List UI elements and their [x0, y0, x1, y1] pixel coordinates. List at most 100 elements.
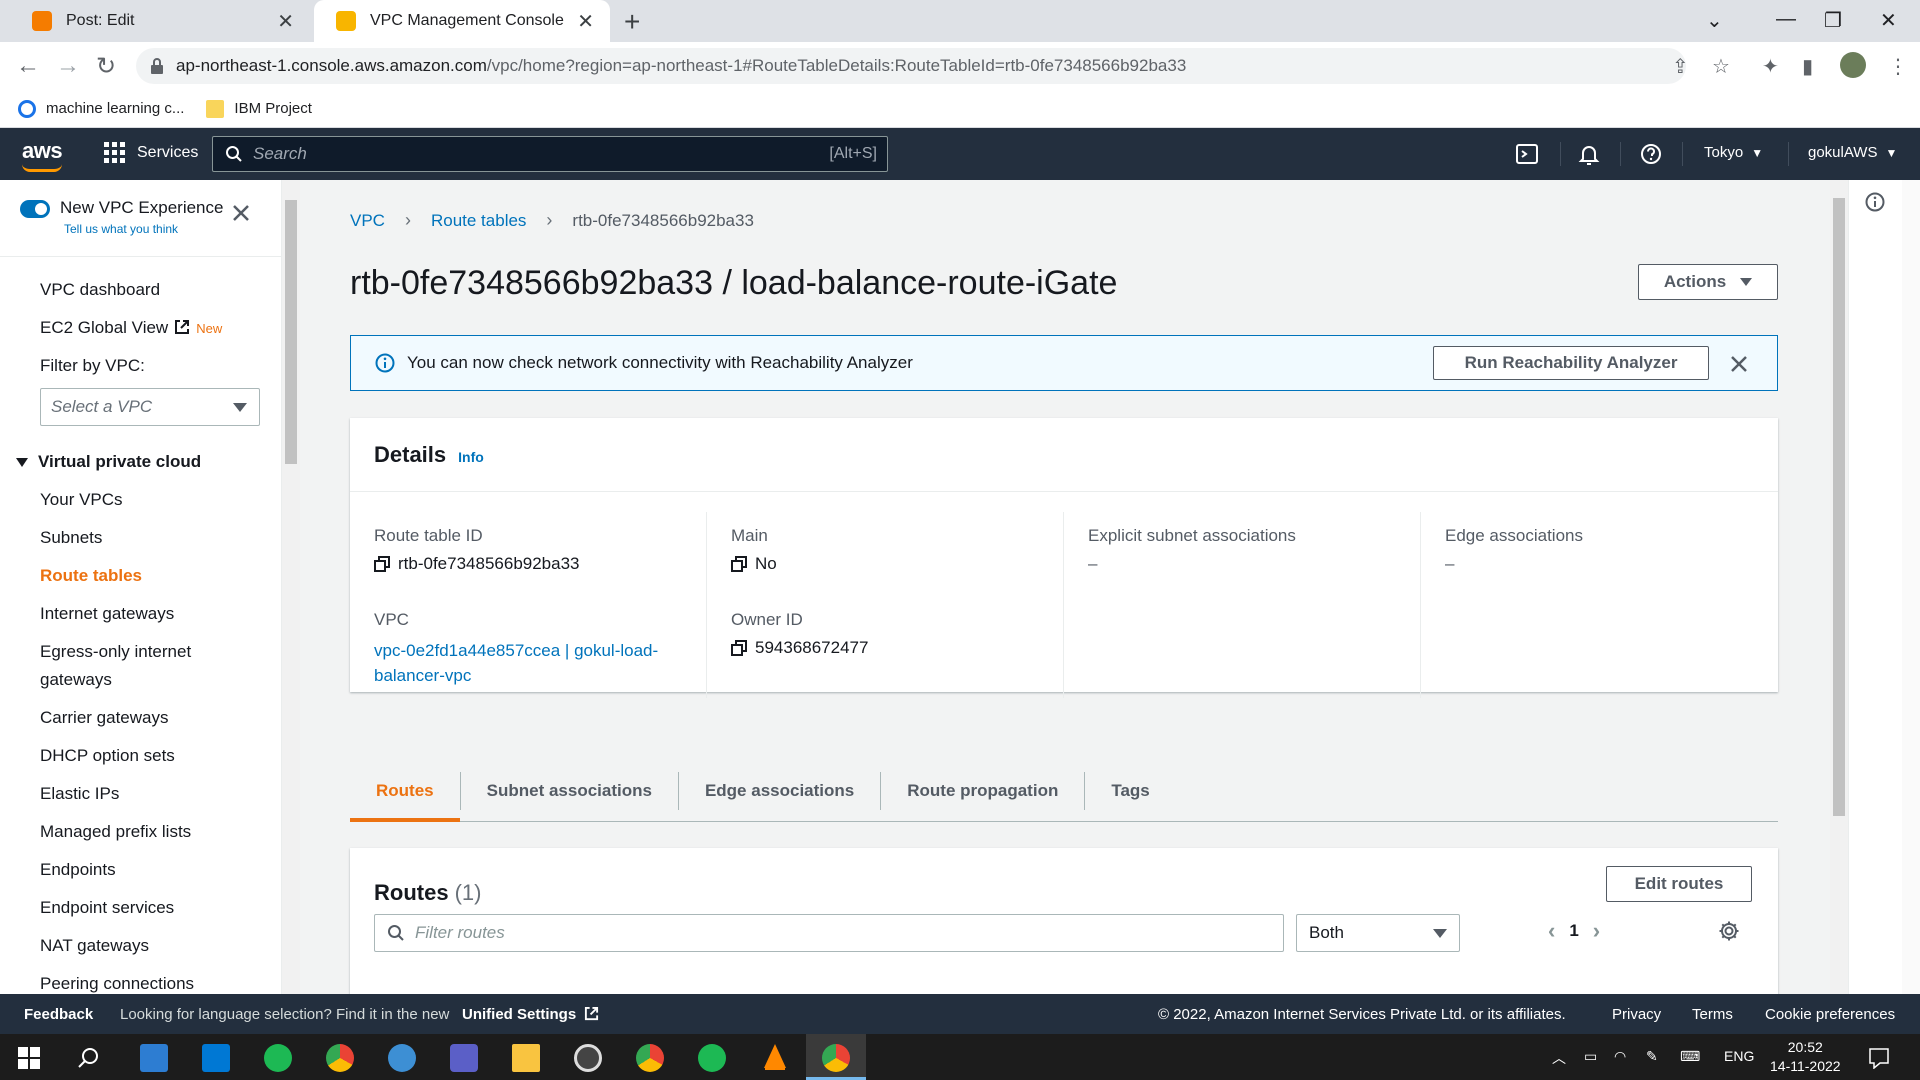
chevron-left-icon[interactable]: ‹ [1534, 918, 1569, 944]
browser-tab-vpc-console[interactable]: VPC Management Console ✕ [314, 0, 610, 42]
sidepanel-icon[interactable]: ▮ [1802, 54, 1813, 79]
teams-icon[interactable] [450, 1044, 478, 1072]
url-field[interactable]: ap-northeast-1.console.aws.amazon.com/vp… [136, 48, 1686, 84]
sidebar-item-endpoint-services[interactable]: Endpoint services [40, 898, 174, 918]
file-explorer-icon[interactable] [512, 1044, 540, 1072]
chrome-icon[interactable] [822, 1044, 850, 1072]
restore-icon[interactable]: ❐ [1824, 8, 1842, 33]
main-scrollbar[interactable] [1830, 180, 1848, 994]
pen-icon[interactable]: ✎ [1646, 1048, 1658, 1065]
help-icon[interactable] [1640, 143, 1662, 165]
copy-icon[interactable] [731, 556, 747, 572]
reload-icon[interactable]: ↻ [96, 52, 116, 81]
close-sidebar-icon[interactable] [232, 204, 250, 222]
region-selector[interactable]: Tokyo ▼ [1704, 144, 1763, 161]
media-player-icon[interactable] [574, 1044, 602, 1072]
info-link[interactable]: Info [458, 449, 484, 465]
qbittorrent-icon[interactable] [388, 1044, 416, 1072]
filter-routes-input[interactable]: Filter routes [374, 914, 1284, 952]
bell-icon[interactable] [1578, 143, 1600, 165]
tab-route-propagation[interactable]: Route propagation [881, 771, 1086, 810]
scrollbar-thumb[interactable] [1833, 198, 1845, 816]
run-reachability-analyzer-button[interactable]: Run Reachability Analyzer [1433, 346, 1709, 380]
account-menu[interactable]: gokulAWS ▼ [1808, 144, 1897, 161]
browser-tab-post-edit[interactable]: Post: Edit ✕ [10, 0, 310, 42]
sidebar-item-egress-only-gateways[interactable]: Egress-only internet [40, 642, 191, 662]
windows-start-icon[interactable] [18, 1047, 40, 1069]
feedback-link[interactable]: Feedback [24, 1006, 93, 1023]
sidebar-item-egress-only-gateways-line2[interactable]: gateways [40, 670, 112, 690]
scrollbar-thumb[interactable] [285, 200, 297, 464]
sidebar-item-elastic-ips[interactable]: Elastic IPs [40, 784, 119, 804]
chrome-icon[interactable] [636, 1044, 664, 1072]
chevron-right-icon[interactable]: › [1579, 918, 1614, 944]
language-indicator[interactable]: ENG [1724, 1048, 1754, 1064]
close-window-icon[interactable]: ✕ [1880, 8, 1897, 33]
services-menu[interactable]: Services [104, 142, 198, 163]
new-tab-icon[interactable]: + [624, 6, 640, 38]
route-type-select[interactable]: Both [1296, 914, 1460, 952]
info-icon[interactable] [1865, 192, 1885, 212]
copy-icon[interactable] [374, 556, 390, 572]
sidebar-section-virtual-private-cloud[interactable]: Virtual private cloud [16, 452, 201, 472]
notifications-icon[interactable] [1868, 1047, 1890, 1069]
sidebar-item-endpoints[interactable]: Endpoints [40, 860, 116, 880]
close-icon[interactable] [1729, 354, 1749, 374]
keyboard-icon[interactable]: ⌨ [1680, 1048, 1700, 1065]
tab-search-icon[interactable]: ⌄ [1706, 8, 1723, 33]
aws-search-input[interactable]: Search [Alt+S] [212, 136, 888, 172]
profile-avatar[interactable] [1840, 52, 1866, 78]
bookmark-star-icon[interactable]: ☆ [1712, 54, 1730, 79]
breadcrumb-route-tables[interactable]: Route tables [431, 211, 526, 231]
feedback-link[interactable]: Tell us what you think [64, 222, 223, 236]
copy-icon[interactable] [731, 640, 747, 656]
wifi-icon[interactable]: ◠ [1614, 1048, 1626, 1065]
extensions-icon[interactable]: ✦ [1762, 54, 1779, 79]
forward-icon[interactable]: → [56, 52, 80, 80]
terms-link[interactable]: Terms [1692, 1006, 1733, 1023]
sidebar-item-internet-gateways[interactable]: Internet gateways [40, 604, 174, 624]
clock[interactable]: 20:52 14-11-2022 [1770, 1038, 1841, 1076]
sidebar-scrollbar[interactable] [282, 180, 300, 994]
sidebar-item-your-vpcs[interactable]: Your VPCs [40, 490, 123, 510]
spotify-icon[interactable] [698, 1044, 726, 1072]
menu-kebab-icon[interactable]: ⋮ [1888, 54, 1908, 79]
vpc-link[interactable]: vpc-0e2fd1a44e857ccea | gokul-load- bala… [374, 638, 682, 688]
share-icon[interactable]: ⇪ [1672, 54, 1689, 79]
close-tab-icon[interactable]: ✕ [273, 9, 298, 34]
close-tab-icon[interactable]: ✕ [573, 9, 598, 34]
search-icon[interactable] [78, 1047, 100, 1069]
spotify-icon[interactable] [264, 1044, 292, 1072]
chrome-icon[interactable] [326, 1044, 354, 1072]
sidebar-item-subnets[interactable]: Subnets [40, 528, 102, 548]
tab-edge-associations[interactable]: Edge associations [679, 771, 882, 810]
edit-routes-button[interactable]: Edit routes [1606, 866, 1752, 902]
battery-icon[interactable]: ▭ [1584, 1048, 1597, 1065]
rail-scrollbar[interactable] [1902, 180, 1920, 994]
actions-button[interactable]: Actions [1638, 264, 1778, 300]
sidebar-item-nat-gateways[interactable]: NAT gateways [40, 936, 149, 956]
sidebar-item-managed-prefix-lists[interactable]: Managed prefix lists [40, 822, 191, 842]
sidebar-item-ec2-global-view[interactable]: EC2 Global View New [40, 318, 222, 338]
aws-logo[interactable]: aws [22, 138, 63, 172]
sidebar-item-route-tables[interactable]: Route tables [40, 566, 142, 586]
control-panel-icon[interactable] [140, 1044, 168, 1072]
minimize-icon[interactable]: — [1776, 8, 1796, 31]
chevron-up-icon[interactable]: ︿ [1552, 1048, 1566, 1068]
back-icon[interactable]: ← [16, 52, 40, 80]
privacy-link[interactable]: Privacy [1612, 1006, 1661, 1023]
sidebar-item-peering-connections[interactable]: Peering connections [40, 974, 194, 994]
select-vpc-dropdown[interactable]: Select a VPC [40, 388, 260, 426]
bookmark-machine-learning[interactable]: machine learning c... [18, 99, 184, 118]
tab-subnet-associations[interactable]: Subnet associations [461, 771, 679, 810]
breadcrumb-vpc[interactable]: VPC [350, 211, 385, 231]
tab-routes[interactable]: Routes [350, 771, 461, 822]
sidebar-item-carrier-gateways[interactable]: Carrier gateways [40, 708, 169, 728]
bookmark-ibm-project[interactable]: IBM Project [206, 99, 312, 118]
page-number[interactable]: 1 [1569, 921, 1578, 941]
tab-tags[interactable]: Tags [1085, 772, 1175, 810]
new-vpc-experience-toggle[interactable] [20, 200, 50, 218]
cookie-preferences-link[interactable]: Cookie preferences [1765, 1006, 1895, 1023]
gear-icon[interactable] [1718, 920, 1740, 942]
sidebar-item-vpc-dashboard[interactable]: VPC dashboard [40, 280, 160, 300]
